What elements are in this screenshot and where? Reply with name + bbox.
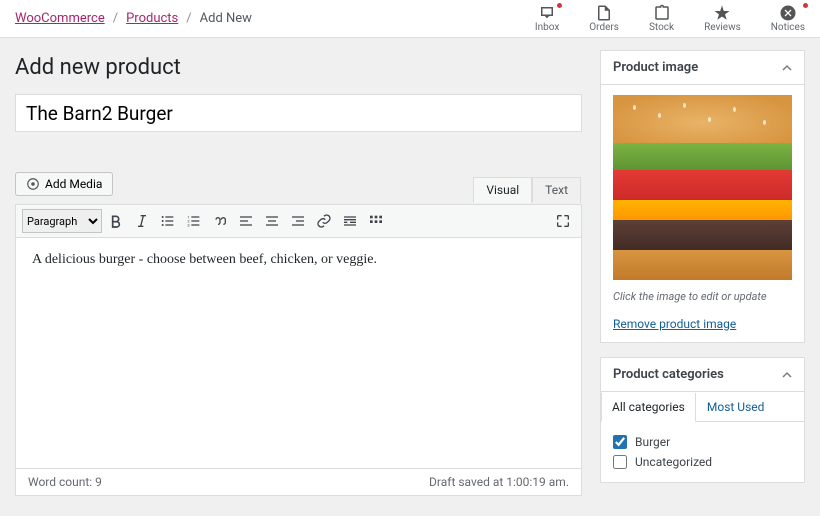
number-list-button[interactable]: 123 xyxy=(182,209,206,233)
editor: Visual Text Paragraph 123 A delicious bu… xyxy=(15,204,582,496)
svg-text:3: 3 xyxy=(187,222,189,227)
breadcrumb-products[interactable]: Products xyxy=(126,11,178,26)
media-icon xyxy=(26,177,40,191)
fullscreen-button[interactable] xyxy=(551,209,575,233)
toptab-inbox[interactable]: Inbox xyxy=(535,4,559,33)
cat-tab-all[interactable]: All categories xyxy=(601,393,696,422)
product-image-panel-header[interactable]: Product image xyxy=(601,51,804,85)
toptab-notices[interactable]: Notices xyxy=(771,4,805,33)
align-center-button[interactable] xyxy=(260,209,284,233)
product-title-input[interactable] xyxy=(15,94,582,132)
category-checkbox[interactable] xyxy=(613,455,627,469)
align-left-button[interactable] xyxy=(234,209,258,233)
editor-tab-visual[interactable]: Visual xyxy=(473,177,532,203)
breadcrumb-current: Add New xyxy=(200,11,252,26)
align-right-button[interactable] xyxy=(286,209,310,233)
top-bar: WooCommerce / Products / Add New Inbox O… xyxy=(0,0,820,38)
readmore-button[interactable] xyxy=(338,209,362,233)
toptab-stock[interactable]: Stock xyxy=(649,4,674,33)
word-count: Word count: 9 xyxy=(28,475,102,489)
page-title: Add new product xyxy=(15,55,582,80)
quote-button[interactable] xyxy=(208,209,232,233)
product-image[interactable] xyxy=(613,95,792,280)
bold-button[interactable] xyxy=(104,209,128,233)
editor-tab-text[interactable]: Text xyxy=(532,177,581,203)
category-item-uncategorized[interactable]: Uncategorized xyxy=(613,452,792,472)
editor-toolbar: Paragraph 123 xyxy=(16,205,581,238)
category-item-burger[interactable]: Burger xyxy=(613,432,792,452)
save-status: Draft saved at 1:00:19 am. xyxy=(429,475,569,489)
editor-body[interactable]: A delicious burger - choose between beef… xyxy=(16,238,581,468)
link-button[interactable] xyxy=(312,209,336,233)
italic-button[interactable] xyxy=(130,209,154,233)
add-media-button[interactable]: Add Media xyxy=(15,172,113,196)
toptab-reviews[interactable]: Reviews xyxy=(704,4,741,33)
image-hint: Click the image to edit or update xyxy=(613,290,792,303)
breadcrumb: WooCommerce / Products / Add New xyxy=(15,11,252,26)
category-checkbox[interactable] xyxy=(613,435,627,449)
breadcrumb-woocommerce[interactable]: WooCommerce xyxy=(15,11,105,26)
toolbar-toggle-button[interactable] xyxy=(364,209,388,233)
cat-tab-most-used[interactable]: Most Used xyxy=(696,393,776,422)
product-categories-panel: Product categories All categories Most U… xyxy=(600,357,805,483)
remove-image-link[interactable]: Remove product image xyxy=(613,317,736,331)
toptab-orders[interactable]: Orders xyxy=(589,4,619,33)
collapse-icon xyxy=(782,370,792,380)
product-image-panel: Product image Click the image to edit or… xyxy=(600,50,805,343)
collapse-icon xyxy=(782,63,792,73)
paragraph-select[interactable]: Paragraph xyxy=(22,209,102,233)
bullet-list-button[interactable] xyxy=(156,209,180,233)
product-categories-panel-header[interactable]: Product categories xyxy=(601,358,804,392)
